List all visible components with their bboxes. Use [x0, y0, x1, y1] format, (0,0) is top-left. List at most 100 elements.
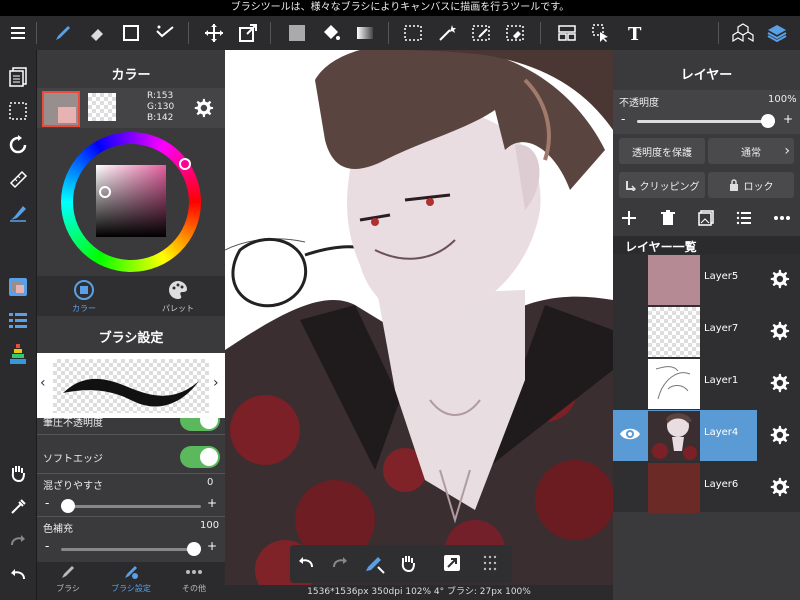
brush-tool-icon[interactable]: [48, 16, 78, 50]
quick-action-bar: [290, 545, 512, 583]
text-tool-icon[interactable]: T: [620, 16, 650, 50]
frame-divide-icon[interactable]: [552, 16, 582, 50]
add-layer-icon[interactable]: [621, 210, 637, 229]
layer-image-icon[interactable]: [698, 210, 714, 229]
layer-row[interactable]: Layer6: [613, 462, 800, 513]
sv-cursor[interactable]: [99, 186, 111, 198]
saturation-value-square[interactable]: [96, 165, 166, 237]
artwork: [225, 50, 613, 600]
hue-cursor[interactable]: [179, 158, 191, 170]
delete-layer-icon[interactable]: [660, 210, 676, 229]
operation-tool-icon[interactable]: [586, 16, 616, 50]
clipping-label: クリッピング: [639, 181, 700, 193]
layer-more-icon[interactable]: [773, 210, 791, 229]
tab-color[interactable]: カラー: [37, 276, 131, 316]
pages-icon[interactable]: [3, 63, 33, 91]
bucket-tool-icon[interactable]: [316, 16, 346, 50]
transparent-color-swatch[interactable]: [88, 93, 116, 121]
opacity-slider-knob[interactable]: [761, 114, 775, 128]
tab-brush[interactable]: ブラシ: [37, 564, 99, 594]
brush-prev-chevron-icon[interactable]: ‹: [40, 375, 46, 391]
fill-plus-button[interactable]: +: [207, 539, 217, 553]
color-wheel-area: [37, 128, 225, 276]
fill-value: 100: [200, 520, 220, 531]
snap-icon[interactable]: [3, 199, 33, 227]
shape-tool-icon[interactable]: [116, 16, 146, 50]
fill-slider-knob[interactable]: [187, 542, 201, 556]
drawing-canvas[interactable]: [225, 50, 613, 600]
selection-view-icon[interactable]: [3, 97, 33, 125]
magic-wand-icon[interactable]: [432, 16, 462, 50]
layer-settings-gear-icon[interactable]: [768, 320, 790, 345]
visibility-eye-icon[interactable]: [619, 426, 641, 445]
opacity-plus-button[interactable]: +: [783, 112, 793, 126]
protect-alpha-button[interactable]: 透明度を保護: [619, 138, 705, 164]
sub-color-swatch[interactable]: [58, 107, 76, 123]
tab-other[interactable]: その他: [163, 564, 225, 594]
blend-mode-button[interactable]: 通常 ›: [708, 138, 794, 164]
eraser-tool-icon[interactable]: [82, 16, 112, 50]
undo-icon[interactable]: [3, 561, 33, 589]
blend-plus-button[interactable]: +: [207, 496, 217, 510]
left-bottom-tabs: ブラシ ブラシ設定 その他: [37, 562, 225, 600]
select-rect-icon[interactable]: [398, 16, 428, 50]
move-tool-icon[interactable]: [199, 16, 229, 50]
tab-palette[interactable]: パレット: [131, 276, 225, 316]
eyedropper-icon[interactable]: [3, 493, 33, 521]
transform-tool-icon[interactable]: [233, 16, 263, 50]
lock-button[interactable]: ロック: [708, 172, 794, 198]
layer-settings-gear-icon[interactable]: [768, 424, 790, 449]
main-color-swatch[interactable]: [42, 91, 80, 127]
blend-slider[interactable]: [61, 499, 201, 513]
brush-next-chevron-icon[interactable]: ›: [213, 375, 219, 391]
blend-slider-knob[interactable]: [61, 499, 75, 513]
clipping-button[interactable]: クリッピング: [619, 172, 705, 198]
fill-color-icon[interactable]: [282, 16, 312, 50]
blend-minus-button[interactable]: -: [45, 496, 49, 510]
menu-icon[interactable]: [3, 16, 33, 50]
ruler-icon[interactable]: [3, 165, 33, 193]
soft-edge-toggle[interactable]: [180, 446, 220, 468]
color-settings-gear-icon[interactable]: [192, 97, 214, 122]
layer-row[interactable]: Layer5: [613, 254, 800, 305]
opacity-label: 不透明度: [619, 98, 659, 109]
status-hint: ブラシツールは、様々なブラシによりキャンバスに描画を行うツールです。: [0, 0, 800, 16]
blend-value: 0: [207, 477, 214, 488]
opacity-slider[interactable]: [637, 114, 775, 128]
tab-brush-settings[interactable]: ブラシ設定: [99, 564, 163, 594]
layer-settings-gear-icon[interactable]: [768, 268, 790, 293]
select-eraser-icon[interactable]: [500, 16, 530, 50]
fill-slider[interactable]: [61, 542, 201, 556]
rotate-icon[interactable]: [3, 131, 33, 159]
canvas-info: 1536*1536px 350dpi 102% 4° ブラシ: 27px 100…: [225, 585, 613, 600]
layer-row[interactable]: Layer7: [613, 306, 800, 357]
quick-brush-icon[interactable]: [364, 553, 386, 578]
layer-row[interactable]: Layer1: [613, 358, 800, 409]
layer-panel: レイヤー 不透明度 100% - + 透明度を保護 通常 › クリッピング ロッ…: [613, 50, 800, 600]
opacity-minus-button[interactable]: -: [621, 112, 625, 126]
hand-icon[interactable]: [3, 459, 33, 487]
layer-settings-gear-icon[interactable]: [768, 372, 790, 397]
quick-hand-icon[interactable]: [398, 553, 418, 576]
fill-minus-button[interactable]: -: [45, 539, 49, 553]
layer-name: Layer6: [704, 479, 739, 490]
layer-name: Layer7: [704, 323, 739, 334]
layers-toggle-icon[interactable]: [762, 16, 792, 50]
layer-list-icon[interactable]: [3, 307, 33, 335]
material-icon[interactable]: [728, 16, 758, 50]
layer-row-selected[interactable]: Layer4: [613, 410, 800, 461]
layer-list-menu-icon[interactable]: [736, 210, 752, 229]
color-swatch-icon[interactable]: [3, 273, 33, 301]
layer-settings-gear-icon[interactable]: [768, 476, 790, 501]
quick-undo-icon[interactable]: [296, 553, 316, 576]
quick-redo-icon[interactable]: [330, 553, 350, 576]
brush-panel-title: ブラシ設定: [98, 331, 164, 346]
pressure-opacity-toggle[interactable]: [180, 418, 220, 431]
gradient-tool-icon[interactable]: [350, 16, 380, 50]
quick-fullscreen-icon[interactable]: [442, 553, 462, 576]
select-pen-icon[interactable]: [466, 16, 496, 50]
redo-icon[interactable]: [3, 527, 33, 555]
brush-size-icon[interactable]: [3, 341, 33, 369]
correction-tool-icon[interactable]: [150, 16, 180, 50]
quick-more-icon[interactable]: [482, 553, 498, 576]
